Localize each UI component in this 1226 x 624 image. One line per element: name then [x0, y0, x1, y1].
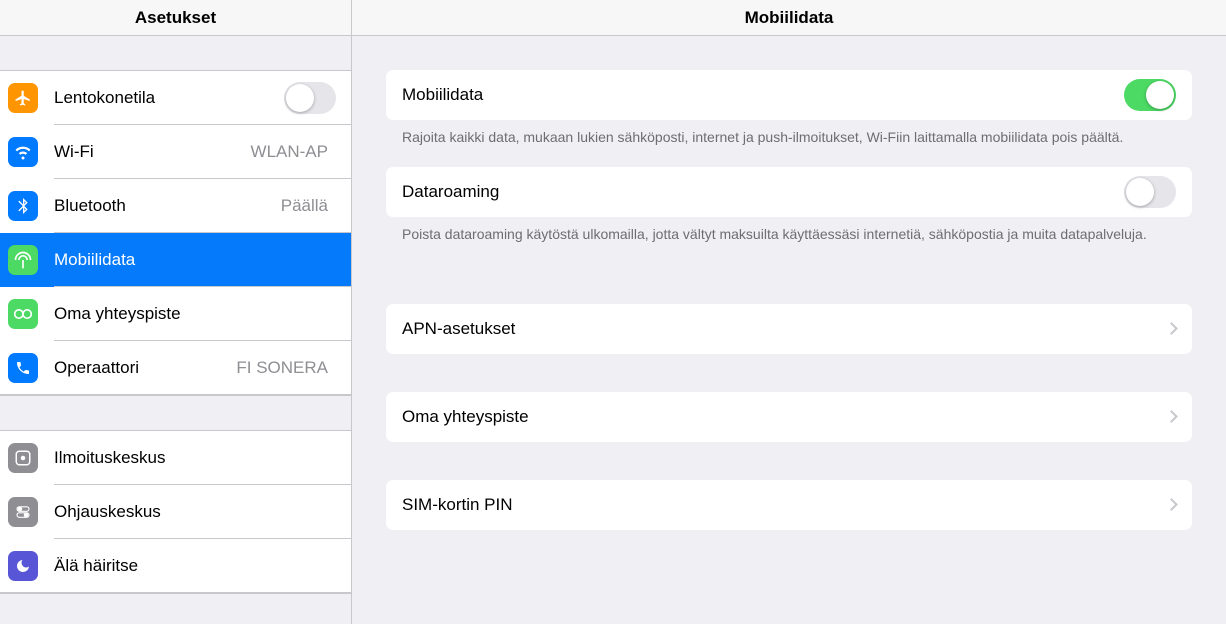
- simpin-label: SIM-kortin PIN: [402, 495, 1167, 515]
- sidebar-item-hotspot[interactable]: Oma yhteyspiste: [0, 287, 351, 341]
- sidebar-item-controlcenter[interactable]: Ohjauskeskus: [0, 485, 351, 539]
- control-icon: [8, 497, 38, 527]
- sidebar-item-label: Wi-Fi: [54, 142, 251, 162]
- cellular-help-text: Rajoita kaikki data, mukaan lukien sähkö…: [386, 120, 1192, 167]
- main-panel: Mobiilidata Mobiilidata Rajoita kaikki d…: [352, 0, 1226, 624]
- hotspot-group: Oma yhteyspiste: [386, 392, 1192, 442]
- apn-row[interactable]: APN-asetukset: [386, 304, 1192, 354]
- bluetooth-icon: [8, 191, 38, 221]
- cellular-data-row[interactable]: Mobiilidata: [386, 70, 1192, 120]
- sidebar-group-system: Ilmoituskeskus Ohjauskeskus Älä häiritse: [0, 430, 351, 594]
- sidebar-item-label: Ohjauskeskus: [54, 502, 336, 522]
- sidebar-item-detail: FI SONERA: [236, 358, 328, 378]
- sidebar-item-label: Ilmoituskeskus: [54, 448, 336, 468]
- sidebar-item-label: Bluetooth: [54, 196, 281, 216]
- sidebar-item-label: Oma yhteyspiste: [54, 304, 336, 324]
- sidebar: Asetukset Lentokonetila Wi-Fi WLAN-AP: [0, 0, 352, 624]
- notify-icon: [8, 443, 38, 473]
- wifi-icon: [8, 137, 38, 167]
- sidebar-item-label: Lentokonetila: [54, 88, 284, 108]
- roaming-label: Dataroaming: [402, 182, 1124, 202]
- sidebar-item-bluetooth[interactable]: Bluetooth Päällä: [0, 179, 351, 233]
- sidebar-item-label: Älä häiritse: [54, 556, 336, 576]
- apn-label: APN-asetukset: [402, 319, 1167, 339]
- apn-group: APN-asetukset: [386, 304, 1192, 354]
- cellular-data-label: Mobiilidata: [402, 85, 1124, 105]
- roaming-row[interactable]: Dataroaming: [386, 167, 1192, 217]
- roaming-toggle[interactable]: [1124, 176, 1176, 208]
- moon-icon: [8, 551, 38, 581]
- chevron-right-icon: [1165, 498, 1178, 511]
- chevron-right-icon: [1165, 410, 1178, 423]
- simpin-row[interactable]: SIM-kortin PIN: [386, 480, 1192, 530]
- hotspot-icon: [8, 299, 38, 329]
- airplane-icon: [8, 83, 38, 113]
- hotspot-row[interactable]: Oma yhteyspiste: [386, 392, 1192, 442]
- sidebar-item-detail: Päällä: [281, 196, 328, 216]
- cellular-toggle-group: Mobiilidata: [386, 70, 1192, 120]
- airplane-toggle[interactable]: [284, 82, 336, 114]
- sidebar-group-network: Lentokonetila Wi-Fi WLAN-AP Bluetooth Pä…: [0, 70, 351, 396]
- cellular-data-toggle[interactable]: [1124, 79, 1176, 111]
- sidebar-item-label: Mobiilidata: [54, 250, 336, 270]
- hotspot-label: Oma yhteyspiste: [402, 407, 1167, 427]
- sidebar-title: Asetukset: [0, 0, 351, 36]
- sidebar-item-dnd[interactable]: Älä häiritse: [0, 539, 351, 593]
- sidebar-item-detail: WLAN-AP: [251, 142, 328, 162]
- phone-icon: [8, 353, 38, 383]
- cellular-icon: [8, 245, 38, 275]
- main-title: Mobiilidata: [352, 0, 1226, 36]
- roaming-help-text: Poista dataroaming käytöstä ulkomailla, …: [386, 217, 1192, 264]
- sidebar-item-airplane[interactable]: Lentokonetila: [0, 71, 351, 125]
- chevron-right-icon: [1165, 322, 1178, 335]
- sidebar-item-notifications[interactable]: Ilmoituskeskus: [0, 431, 351, 485]
- sidebar-item-carrier[interactable]: Operaattori FI SONERA: [0, 341, 351, 395]
- simpin-group: SIM-kortin PIN: [386, 480, 1192, 530]
- sidebar-item-cellular[interactable]: Mobiilidata: [0, 233, 351, 287]
- sidebar-item-wifi[interactable]: Wi-Fi WLAN-AP: [0, 125, 351, 179]
- roaming-toggle-group: Dataroaming: [386, 167, 1192, 217]
- sidebar-item-label: Operaattori: [54, 358, 236, 378]
